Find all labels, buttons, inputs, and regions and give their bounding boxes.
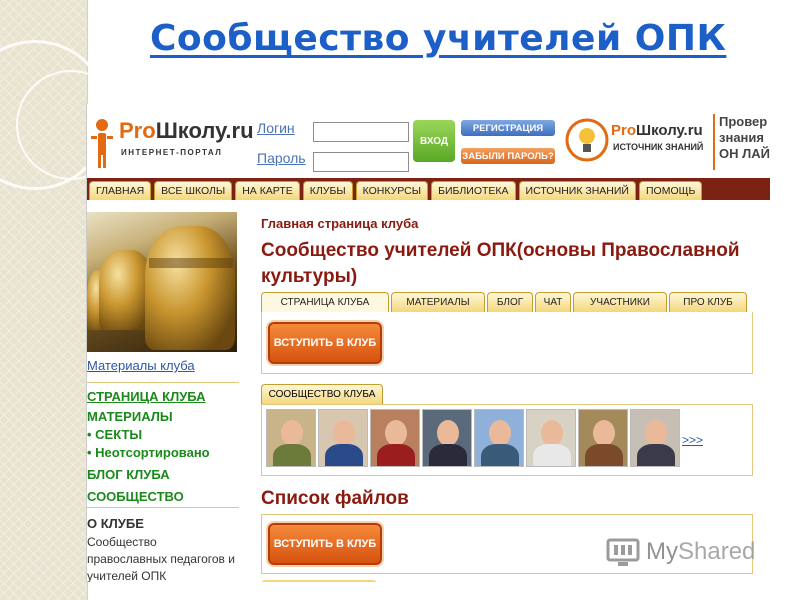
avatar-body xyxy=(273,444,311,466)
site-logo-text: ProШколу.ru xyxy=(119,118,254,144)
bell-inscription-band xyxy=(149,258,233,268)
logo2-rest: Школу.ru xyxy=(636,122,703,139)
site-logo[interactable]: ProШколу.ru ИНТЕРНЕТ-ПОРТАЛ xyxy=(87,112,254,168)
login-input[interactable] xyxy=(313,122,409,142)
promo-line: ОН ЛАЙ xyxy=(719,146,770,161)
nav-item-knowledge-source[interactable]: ИСТОЧНИК ЗНАНИЙ xyxy=(518,181,636,200)
knowledge-logo-text: ProШколу.ru xyxy=(611,122,703,139)
member-avatar[interactable] xyxy=(578,409,628,467)
club-materials-link[interactable]: Материалы клуба xyxy=(87,358,195,373)
forgot-password-button[interactable]: ЗАБЫЛИ ПАРОЛЬ? xyxy=(461,148,555,164)
club-menu-item-page[interactable]: СТРАНИЦА КЛУБА xyxy=(87,389,206,404)
member-avatar[interactable] xyxy=(474,409,524,467)
promo-line: Провер xyxy=(719,114,768,129)
members-strip: >>> xyxy=(261,404,753,476)
bell-shape xyxy=(145,226,235,350)
avatar-body xyxy=(429,444,467,466)
club-menu-item-materials[interactable]: МАТЕРИАЛЫ xyxy=(87,409,173,424)
church-bells-photo xyxy=(87,212,237,352)
watermark-shared: Shared xyxy=(678,538,756,565)
login-label[interactable]: Логин xyxy=(257,120,295,136)
password-input[interactable] xyxy=(313,152,409,172)
join-panel: ВСТУПИТЬ В КЛУБ xyxy=(261,312,753,374)
nav-item-map[interactable]: НА КАРТЕ xyxy=(235,181,300,200)
club-menu-item-sects[interactable]: • СЕКТЫ xyxy=(87,427,142,442)
avatar-face xyxy=(593,420,615,446)
logo-pro: Pro xyxy=(119,118,156,143)
member-avatar[interactable] xyxy=(370,409,420,467)
files-heading: Список файлов xyxy=(261,488,409,509)
community-tab[interactable]: СООБЩЕСТВО КЛУБА xyxy=(261,384,383,404)
knowledge-logo-subtitle: ИСТОЧНИК ЗНАНИЙ xyxy=(613,142,704,152)
avatar-face xyxy=(437,420,459,446)
club-menu: СТРАНИЦА КЛУБА МАТЕРИАЛЫ • СЕКТЫ • Неотс… xyxy=(87,382,239,508)
nav-item-library[interactable]: БИБЛИОТЕКА xyxy=(431,181,516,200)
logo2-pro: Pro xyxy=(611,122,637,139)
club-menu-item-blog[interactable]: БЛОГ КЛУБА xyxy=(87,467,170,482)
tab-club-page[interactable]: СТРАНИЦА КЛУБА xyxy=(261,292,389,312)
tab-members[interactable]: УЧАСТНИКИ xyxy=(573,292,667,312)
tab-about-club[interactable]: ПРО КЛУБ xyxy=(669,292,747,312)
watermark-text: MyShared xyxy=(646,538,755,566)
nav-item-all-schools[interactable]: ВСЕ ШКОЛЫ xyxy=(154,181,233,200)
site-header: ProШколу.ru ИНТЕРНЕТ-ПОРТАЛ Логин Пароль… xyxy=(87,104,770,178)
avatar-body xyxy=(377,444,415,466)
nav-item-home[interactable]: ГЛАВНАЯ xyxy=(89,181,152,200)
promo-line: знания xyxy=(719,130,764,145)
avatar-face xyxy=(645,420,667,446)
avatar-face xyxy=(385,420,407,446)
avatar-body xyxy=(325,444,363,466)
nav-item-help[interactable]: ПОМОЩЬ xyxy=(638,181,703,200)
lightbulb-icon xyxy=(565,118,609,162)
tab-blog[interactable]: БЛОГ xyxy=(487,292,533,312)
slide-title[interactable]: Сообщество учителей ОПК xyxy=(150,18,750,59)
member-avatar[interactable] xyxy=(526,409,576,467)
avatar-body xyxy=(585,444,623,466)
member-avatar[interactable] xyxy=(266,409,316,467)
avatar-body xyxy=(637,444,675,466)
password-label[interactable]: Пароль xyxy=(257,150,306,166)
tab-chat[interactable]: ЧАТ xyxy=(535,292,571,312)
avatar-face xyxy=(541,420,563,446)
avatar-face xyxy=(281,420,303,446)
promo-banner[interactable]: Провер знания ОН ЛАЙ xyxy=(713,114,770,170)
join-club-button[interactable]: ВСТУПИТЬ В КЛУБ xyxy=(268,322,382,364)
main-nav: ГЛАВНАЯ ВСЕ ШКОЛЫ НА КАРТЕ КЛУБЫ КОНКУРС… xyxy=(87,178,770,200)
join-club-button-2[interactable]: ВСТУПИТЬ В КЛУБ xyxy=(268,523,382,565)
about-club-text: Сообщество православных педагогов и учит… xyxy=(87,535,235,582)
register-button[interactable]: РЕГИСТРАЦИЯ xyxy=(461,120,555,136)
nav-item-clubs[interactable]: КЛУБЫ xyxy=(302,181,353,200)
club-title: Сообщество учителей ОПК(основы Православ… xyxy=(261,240,740,287)
logo-rest: Школу.ru xyxy=(155,118,254,143)
avatar-body xyxy=(533,444,571,466)
member-avatar[interactable] xyxy=(318,409,368,467)
myshared-watermark: MyShared xyxy=(606,534,766,574)
nav-item-contests[interactable]: КОНКУРСЫ xyxy=(355,181,429,200)
club-tabs: СТРАНИЦА КЛУБА МАТЕРИАЛЫ БЛОГ ЧАТ УЧАСТН… xyxy=(261,292,753,312)
watermark-my: My xyxy=(646,538,678,565)
tab-materials[interactable]: МАТЕРИАЛЫ xyxy=(391,292,485,312)
avatar-body xyxy=(481,444,519,466)
person-logo-icon xyxy=(91,119,113,168)
knowledge-source-logo[interactable]: ProШколу.ru ИСТОЧНИК ЗНАНИЙ xyxy=(561,116,711,164)
site-logo-subtitle: ИНТЕРНЕТ-ПОРТАЛ xyxy=(121,148,223,157)
enter-button[interactable]: ВХОД xyxy=(413,120,455,162)
about-club-heading: О КЛУБЕ xyxy=(87,516,144,531)
avatar-face xyxy=(489,420,511,446)
more-members-link[interactable]: >>> xyxy=(682,433,703,447)
bottom-tab-edge xyxy=(261,580,377,582)
member-avatar[interactable] xyxy=(422,409,472,467)
nav-tail xyxy=(718,178,770,200)
main-content: Главная страница клуба Сообщество учител… xyxy=(253,208,770,582)
left-sidebar: Материалы клуба СТРАНИЦА КЛУБА МАТЕРИАЛЫ… xyxy=(87,208,241,582)
club-menu-item-unsorted[interactable]: • Неотсортировано xyxy=(87,445,210,460)
club-menu-item-community[interactable]: СООБЩЕСТВО xyxy=(87,489,184,504)
monitor-logo-icon xyxy=(606,538,640,566)
website-screenshot: ProШколу.ru ИНТЕРНЕТ-ПОРТАЛ Логин Пароль… xyxy=(86,104,770,582)
avatar-face xyxy=(333,420,355,446)
member-avatar[interactable] xyxy=(630,409,680,467)
breadcrumb: Главная страница клуба xyxy=(261,216,419,231)
